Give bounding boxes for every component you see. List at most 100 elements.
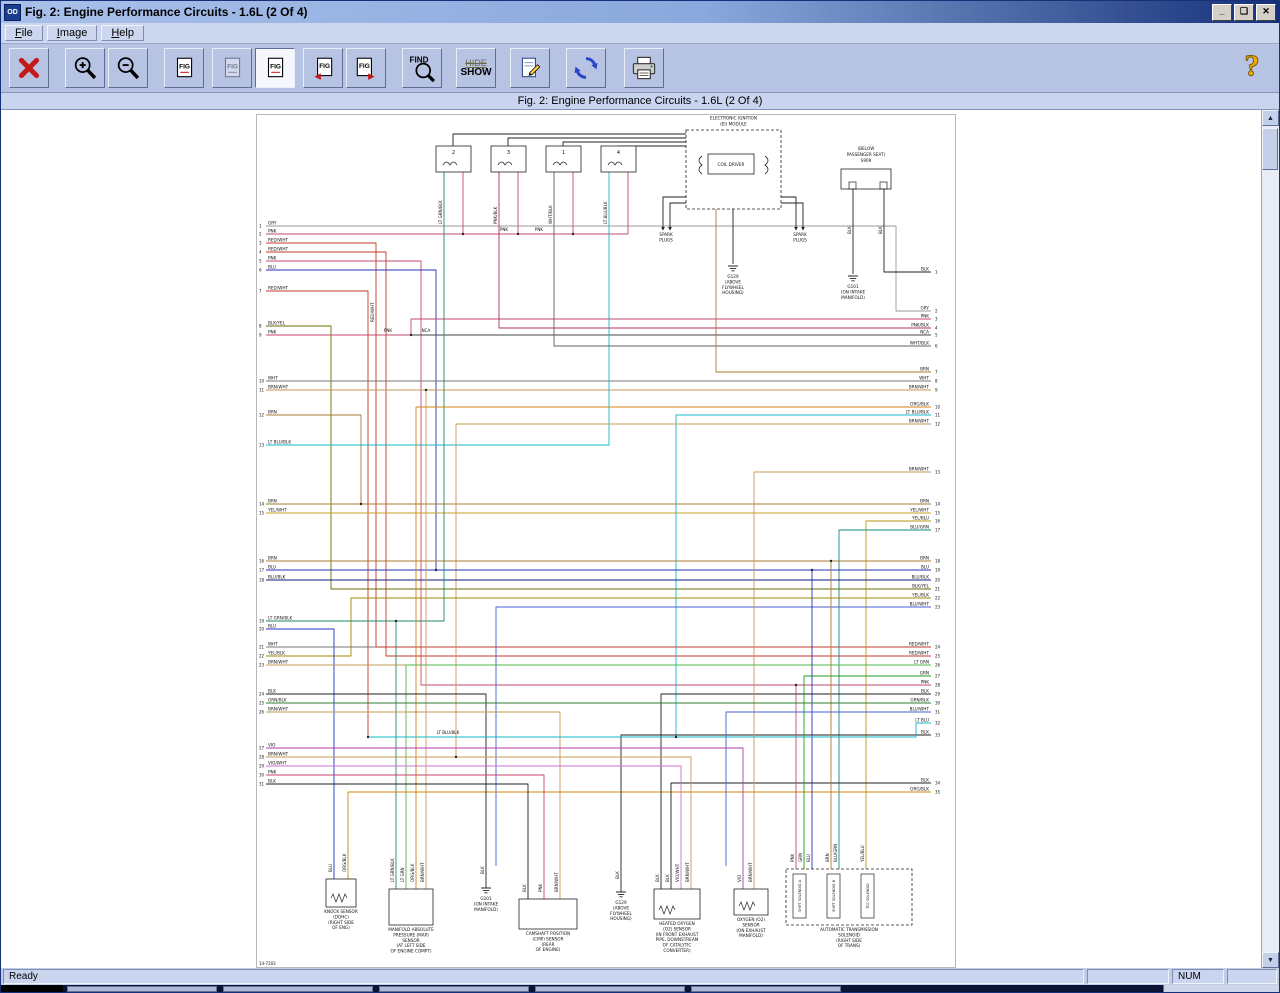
- svg-text:(DOHC): (DOHC): [333, 914, 349, 919]
- print-button[interactable]: [624, 48, 664, 88]
- svg-text:27: 27: [935, 674, 941, 679]
- taskbar-button[interactable]: [223, 986, 373, 992]
- svg-text:VIO: VIO: [737, 875, 742, 882]
- scrollbar-track[interactable]: [1262, 126, 1279, 952]
- menu-bar: FileImageHelp: [1, 23, 1279, 44]
- wiring-diagram: 2314COIL DRIVERELECTRONIC IGNITION(EI) M…: [256, 114, 956, 968]
- scrollbar-up-button[interactable]: ▲: [1262, 110, 1279, 126]
- next-figure-button[interactable]: FIG: [346, 48, 386, 88]
- figure-caption-bar: Fig. 2: Engine Performance Circuits - 1.…: [1, 93, 1279, 110]
- svg-text:34: 34: [935, 781, 941, 786]
- close-button[interactable]: ✕: [1256, 4, 1276, 21]
- menu-file[interactable]: File: [5, 25, 43, 41]
- find-icon: FIND: [407, 53, 437, 83]
- ground-symbols: [481, 266, 858, 897]
- minimize-button[interactable]: _: [1212, 4, 1232, 21]
- svg-text:NCA: NCA: [422, 328, 431, 333]
- svg-text:WHT: WHT: [268, 642, 278, 647]
- svg-text:(IN FRONT EXHAUST: (IN FRONT EXHAUST: [656, 932, 699, 937]
- red-x-icon: [16, 55, 42, 81]
- svg-text:BLK: BLK: [655, 874, 660, 882]
- vertical-scrollbar[interactable]: ▲ ▼: [1261, 110, 1279, 968]
- taskbar-button[interactable]: [535, 986, 685, 992]
- hide-show-button[interactable]: HIDESHOW: [456, 48, 496, 88]
- svg-text:LT GRN/BLK: LT GRN/BLK: [438, 200, 443, 224]
- fig-prev-icon: FIG: [310, 55, 336, 81]
- svg-text:(ON INTAKE: (ON INTAKE: [474, 901, 499, 906]
- zoom-out-icon: [114, 54, 142, 82]
- taskbar-button[interactable]: [379, 986, 529, 992]
- zoom-out-button[interactable]: [108, 48, 148, 88]
- svg-text:15: 15: [259, 511, 265, 516]
- svg-text:LT BLU/BLK: LT BLU/BLK: [437, 730, 460, 735]
- figure-normal-view-button[interactable]: FIG: [255, 48, 295, 88]
- svg-text:SPARK: SPARK: [659, 232, 673, 237]
- svg-text:YEL/BLU: YEL/BLU: [911, 516, 929, 521]
- notes-icon: [517, 55, 543, 81]
- help-button[interactable]: ?: [1235, 48, 1269, 89]
- svg-text:5: 5: [259, 259, 262, 264]
- heated-o2-sensor: HEATED OXYGEN(O2) SENSOR(IN FRONT EXHAUS…: [654, 889, 700, 953]
- svg-text:SHIFT SOLENOID B: SHIFT SOLENOID B: [832, 879, 836, 911]
- taskbar-button[interactable]: [691, 986, 841, 992]
- svg-text:19: 19: [935, 568, 941, 573]
- svg-text:14-7203: 14-7203: [259, 961, 276, 966]
- svg-text:WHT/BLK: WHT/BLK: [548, 205, 553, 224]
- menu-image[interactable]: Image: [47, 25, 98, 41]
- junction-dots: [360, 233, 832, 758]
- svg-text:BLU: BLU: [268, 265, 276, 270]
- find-button[interactable]: FIND: [402, 48, 442, 88]
- cmp-sensor: CAMSHAFT POSITION(CMP) SENSOR(REAROF ENG…: [519, 899, 577, 952]
- refresh-icon: [572, 54, 600, 82]
- svg-text:NCA: NCA: [920, 330, 929, 335]
- maximize-button[interactable]: ❏: [1234, 4, 1254, 21]
- svg-text:(O2) SENSOR: (O2) SENSOR: [663, 926, 691, 931]
- svg-text:29: 29: [935, 692, 941, 697]
- svg-text:7: 7: [259, 289, 262, 294]
- toolbar: FIGFIGFIGFIGFIGFINDHIDESHOW?: [1, 44, 1279, 93]
- scrollbar-thumb[interactable]: [1262, 128, 1278, 170]
- svg-text:21: 21: [935, 587, 941, 592]
- svg-text:11: 11: [259, 388, 265, 393]
- svg-text:14: 14: [935, 502, 941, 507]
- taskbar-button[interactable]: [67, 986, 217, 992]
- figure-canvas[interactable]: 2314COIL DRIVERELECTRONIC IGNITION(EI) M…: [1, 110, 1279, 968]
- figure-full-view-button[interactable]: FIG: [212, 48, 252, 88]
- refresh-button[interactable]: [566, 48, 606, 88]
- svg-text:OF ENGINE): OF ENGINE): [536, 947, 561, 952]
- svg-text:1: 1: [259, 224, 262, 229]
- svg-text:BRN/WHT: BRN/WHT: [268, 752, 289, 757]
- trans-solenoid: SHIFT SOLENOID ASHIFT SOLENOID BTCC SOLE…: [786, 869, 912, 948]
- close-figure-button[interactable]: [9, 48, 49, 88]
- svg-text:BLK: BLK: [480, 866, 485, 874]
- spark-plugs-left: SPARKPLUGS: [659, 232, 673, 242]
- start-button[interactable]: [1, 985, 63, 992]
- notes-button[interactable]: [510, 48, 550, 88]
- components: KNOCK SENSOR(DOHC)(RIGHT SIDEOF ENG)MANI…: [324, 232, 912, 954]
- zoom-in-button[interactable]: [65, 48, 105, 88]
- figure-caption: Fig. 2: Engine Performance Circuits - 1.…: [518, 95, 763, 107]
- svg-text:BRN: BRN: [920, 556, 929, 561]
- menu-help[interactable]: Help: [101, 25, 144, 41]
- svg-text:HOUSING): HOUSING): [722, 290, 744, 295]
- svg-text:23: 23: [259, 663, 265, 668]
- svg-text:GRN/BLK: GRN/BLK: [268, 698, 287, 703]
- title-bar: OD Fig. 2: Engine Performance Circuits -…: [1, 1, 1279, 23]
- svg-text:20: 20: [259, 627, 265, 632]
- figure-list-button[interactable]: FIG: [164, 48, 204, 88]
- svg-text:20: 20: [935, 578, 941, 583]
- svg-text:24: 24: [259, 692, 265, 697]
- svg-text:17: 17: [935, 528, 941, 533]
- svg-text:PRESSURE (MAP): PRESSURE (MAP): [393, 932, 429, 937]
- scrollbar-down-button[interactable]: ▼: [1262, 952, 1279, 968]
- svg-text:BLU/GRN: BLU/GRN: [910, 525, 929, 530]
- svg-text:?: ?: [1244, 49, 1259, 83]
- svg-text:BRN: BRN: [268, 556, 277, 561]
- svg-text:PNK: PNK: [790, 853, 795, 862]
- previous-figure-button[interactable]: FIG: [303, 48, 343, 88]
- g129-ground-top: G129(ABOVEFLYWHEELHOUSING): [722, 274, 744, 295]
- svg-text:TCC SOLENOID: TCC SOLENOID: [866, 883, 870, 910]
- svg-text:18: 18: [259, 578, 265, 583]
- svg-text:BLU: BLU: [328, 864, 333, 872]
- svg-text:BLU/BLK: BLU/BLK: [912, 575, 930, 580]
